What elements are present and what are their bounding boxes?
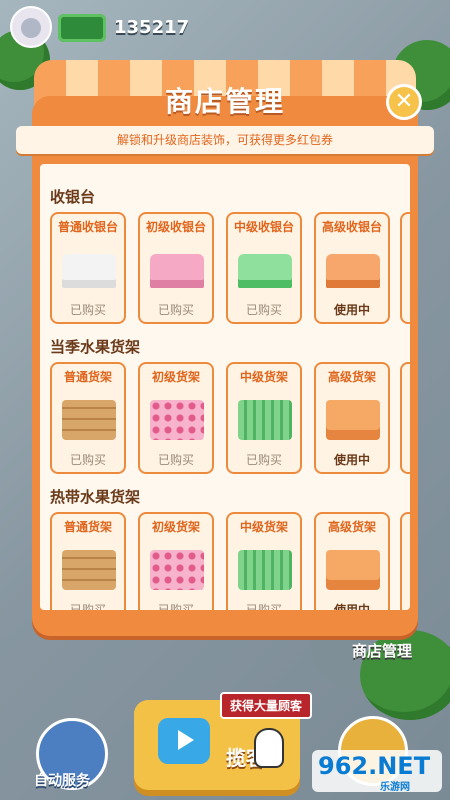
fruit-shelf-icon — [62, 550, 116, 590]
decor-name: 高级货架 — [327, 520, 376, 534]
decor-card-partial[interactable] — [400, 212, 410, 324]
decor-status: 已购买 — [245, 453, 282, 467]
decor-card[interactable]: 普通货架 已购买 — [50, 362, 126, 474]
decor-card[interactable]: 高级收银台 使用中 — [314, 212, 390, 324]
fruit-shelf-icon — [238, 550, 292, 590]
decor-status: 已购买 — [157, 453, 194, 467]
decor-card[interactable]: 初级收银台 已购买 — [138, 212, 214, 324]
decor-card[interactable]: 初级货架 已购买 — [138, 362, 214, 474]
money-counter: 135217 — [114, 17, 190, 38]
decor-name: 中级货架 — [239, 370, 288, 384]
decor-status: 已购买 — [157, 603, 194, 610]
decor-name: 普通货架 — [63, 370, 112, 384]
decor-status: 已购买 — [245, 603, 282, 610]
decor-card[interactable]: 中级货架 已购买 — [226, 512, 302, 610]
pointing-hand-icon — [256, 730, 282, 766]
decor-card-partial[interactable] — [400, 512, 410, 610]
decor-name: 初级货架 — [151, 370, 200, 384]
decor-card[interactable]: 初级货架 已购买 — [138, 512, 214, 610]
decor-status: 已购买 — [157, 303, 194, 317]
fruit-shelf-icon — [326, 400, 380, 440]
decor-card[interactable]: 高级货架 使用中 — [314, 362, 390, 474]
close-button[interactable]: ✕ — [386, 84, 422, 120]
fruit-shelf-icon — [150, 550, 204, 590]
section-title-counter: 收银台 — [50, 188, 96, 206]
fruit-shelf-icon — [62, 400, 116, 440]
decor-list[interactable]: 收银台 普通收银台 已购买 初级收银台 已购买 中级收银台 已购买 高级收银台 … — [40, 164, 410, 610]
decor-card[interactable]: 高级货架 使用中 — [314, 512, 390, 610]
decor-name: 初级货架 — [151, 520, 200, 534]
video-ad-icon — [158, 718, 210, 764]
decor-name: 普通收银台 — [57, 220, 118, 234]
shop-management-label[interactable]: 商店管理 — [352, 640, 412, 661]
watermark-subtext: 乐游网 — [380, 782, 410, 793]
customers-tag: 获得大量顾客 — [220, 692, 313, 719]
decor-status: 已购买 — [245, 303, 282, 317]
decor-status: 使用中 — [333, 303, 370, 317]
decor-name: 中级收银台 — [233, 220, 294, 234]
decor-card-partial[interactable] — [400, 362, 410, 474]
cash-icon — [58, 14, 106, 42]
cashier-counter-icon — [238, 254, 292, 288]
decor-card[interactable]: 普通收银台 已购买 — [50, 212, 126, 324]
decor-name: 初级收银台 — [145, 220, 206, 234]
decor-name: 普通货架 — [63, 520, 112, 534]
decor-card[interactable]: 中级货架 已购买 — [226, 362, 302, 474]
cashier-counter-icon — [326, 254, 380, 288]
decor-status: 已购买 — [69, 603, 106, 610]
player-avatar[interactable] — [10, 6, 52, 48]
auto-service-label: 自动服务 — [34, 773, 90, 789]
dialog-subtitle: 解锁和升级商店装饰，可获得更多红包券 — [116, 133, 333, 147]
dialog-title: 商店管理 — [164, 85, 285, 118]
cashier-counter-icon — [62, 254, 116, 288]
watermark-text: 962.NET — [318, 752, 431, 780]
cashier-counter-icon — [150, 254, 204, 288]
decor-name: 中级货架 — [239, 520, 288, 534]
decor-status: 使用中 — [333, 603, 370, 610]
section-title-seasonal-shelf: 当季水果货架 — [50, 338, 141, 356]
decor-status: 已购买 — [69, 303, 106, 317]
decor-status: 使用中 — [333, 453, 370, 467]
decor-name: 高级收银台 — [321, 220, 382, 234]
decor-name: 高级货架 — [327, 370, 376, 384]
fruit-shelf-icon — [150, 400, 204, 440]
decor-card[interactable]: 中级收银台 已购买 — [226, 212, 302, 324]
decor-status: 已购买 — [69, 453, 106, 467]
fruit-shelf-icon — [238, 400, 292, 440]
section-title-tropical-shelf: 热带水果货架 — [50, 488, 141, 506]
decor-card[interactable]: 普通货架 已购买 — [50, 512, 126, 610]
fruit-shelf-icon — [326, 550, 380, 590]
